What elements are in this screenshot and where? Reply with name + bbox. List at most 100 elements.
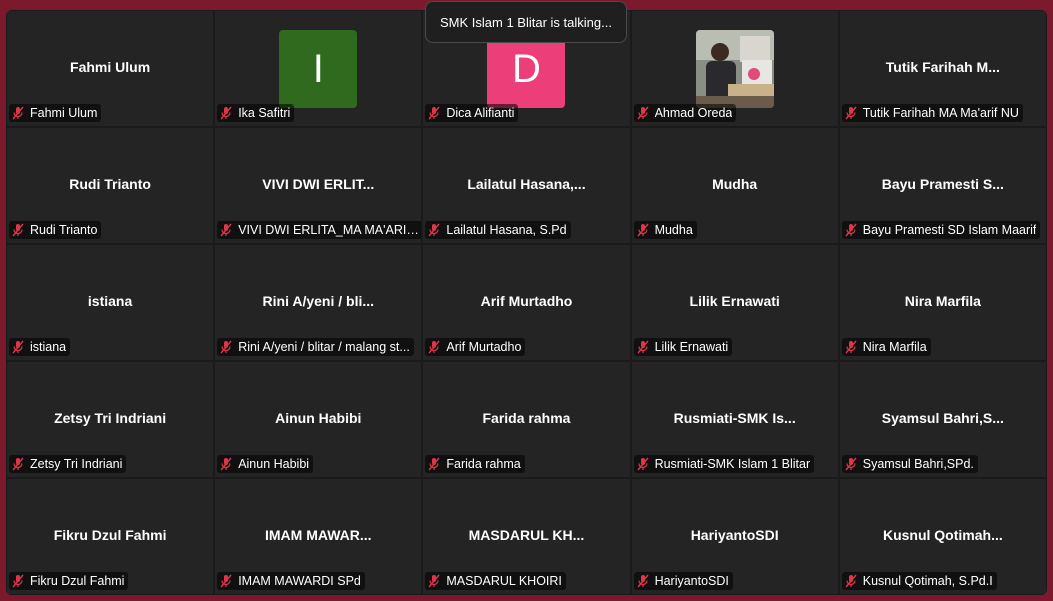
participant-name-tag: Dica Alifianti xyxy=(425,104,519,122)
participant-tile[interactable]: Lilik Ernawati Lilik Ernawati xyxy=(630,244,839,361)
participant-tile[interactable]: Syamsul Bahri,S... Syamsul Bahri,SPd. xyxy=(838,361,1047,478)
participant-display-name: VIVI DWI ERLIT... xyxy=(262,176,375,192)
muted-mic-icon xyxy=(637,106,649,120)
participant-name-label: Kusnul Qotimah, S.Pd.I xyxy=(862,574,993,588)
participant-name-tag: Lilik Ernawati xyxy=(633,338,733,356)
muted-mic-icon xyxy=(220,223,232,237)
participant-name-label: Ika Safitri xyxy=(238,106,291,120)
participant-name-label: Rusmiati-SMK Islam 1 Blitar xyxy=(654,457,811,471)
participant-display-name: Ainun Habibi xyxy=(275,410,362,426)
participant-display-name: Syamsul Bahri,S... xyxy=(881,410,1004,426)
participant-name-tag: Rudi Trianto xyxy=(9,221,102,239)
participant-tile[interactable]: istiana istiana xyxy=(6,244,215,361)
participant-name-label: Tutik Farihah MA Ma'arif NU xyxy=(862,106,1019,120)
participant-name-tag: VIVI DWI ERLITA_MA MA'ARIF ... xyxy=(217,221,422,239)
participant-name-label: Ainun Habibi xyxy=(238,457,310,471)
muted-mic-icon xyxy=(220,574,232,588)
participant-name-label: Lailatul Hasana, S.Pd xyxy=(446,223,567,237)
participant-tile[interactable]: Rudi Trianto Rudi Trianto xyxy=(6,127,215,244)
participant-name-label: MASDARUL KHOIRI xyxy=(446,574,562,588)
muted-mic-icon xyxy=(845,574,857,588)
participant-name-tag: Kusnul Qotimah, S.Pd.I xyxy=(841,572,997,590)
participant-name-label: Bayu Pramesti SD Islam Maarif xyxy=(862,223,1037,237)
participant-name-tag: MASDARUL KHOIRI xyxy=(425,572,566,590)
participant-name-label: Dica Alifianti xyxy=(446,106,515,120)
participant-tile[interactable]: IMAM MAWAR... IMAM MAWARDI SPd xyxy=(214,478,423,595)
participant-name-tag: Tutik Farihah MA Ma'arif NU xyxy=(841,104,1023,122)
participant-name-label: Syamsul Bahri,SPd. xyxy=(862,457,974,471)
participant-tile[interactable]: MASDARUL KH... MASDARUL KHOIRI xyxy=(422,478,631,595)
gallery-frame: Fahmi Ulum Fahmi Ulum I Ika Safitri D Di… xyxy=(6,10,1047,595)
participant-display-name: MASDARUL KH... xyxy=(468,527,585,543)
participant-name-tag: Ainun Habibi xyxy=(217,455,314,473)
muted-mic-icon xyxy=(428,574,440,588)
participant-name-tag: istiana xyxy=(9,338,71,356)
active-speaker-toast: SMK Islam 1 Blitar is talking... xyxy=(425,1,627,43)
muted-mic-icon xyxy=(845,457,857,471)
participant-name-tag: Farida rahma xyxy=(425,455,525,473)
participant-name-tag: Fahmi Ulum xyxy=(9,104,102,122)
participant-name-label: Rudi Trianto xyxy=(30,223,98,237)
participant-tile[interactable]: Lailatul Hasana,... Lailatul Hasana, S.P… xyxy=(422,127,631,244)
participant-name-label: Ahmad Oreda xyxy=(654,106,733,120)
participant-tile[interactable]: Rini A/yeni / bli... Rini A/yeni / blita… xyxy=(214,244,423,361)
participant-name-label: Fahmi Ulum xyxy=(30,106,98,120)
muted-mic-icon xyxy=(637,223,649,237)
participant-display-name: HariyantoSDI xyxy=(690,527,779,543)
participant-name-label: Mudha xyxy=(654,223,693,237)
participant-tile[interactable]: I Ika Safitri xyxy=(214,10,423,127)
participant-tile[interactable]: Rusmiati-SMK Is... Rusmiati-SMK Islam 1 … xyxy=(630,361,839,478)
participant-display-name: Farida rahma xyxy=(482,410,571,426)
participant-display-name: Rudi Trianto xyxy=(69,176,151,192)
participant-name-label: Zetsy Tri Indriani xyxy=(30,457,123,471)
muted-mic-icon xyxy=(637,457,649,471)
participant-name-label: Farida rahma xyxy=(446,457,521,471)
participant-name-tag: Fikru Dzul Fahmi xyxy=(9,572,129,590)
profile-photo xyxy=(695,30,774,108)
participant-tile[interactable]: HariyantoSDI HariyantoSDI xyxy=(630,478,839,595)
participant-display-name: Kusnul Qotimah... xyxy=(882,527,1003,543)
participant-tile[interactable]: Bayu Pramesti S... Bayu Pramesti SD Isla… xyxy=(838,127,1047,244)
participant-name-label: Rini A/yeni / blitar / malang st... xyxy=(238,340,410,354)
participant-tile[interactable]: Mudha Mudha xyxy=(630,127,839,244)
participant-tile[interactable]: Zetsy Tri Indriani Zetsy Tri Indriani xyxy=(6,361,215,478)
participant-tile[interactable]: Farida rahma Farida rahma xyxy=(422,361,631,478)
participant-name-label: Nira Marfila xyxy=(862,340,927,354)
participant-tile[interactable]: Tutik Farihah M... Tutik Farihah MA Ma'a… xyxy=(838,10,1047,127)
participant-name-tag: Zetsy Tri Indriani xyxy=(9,455,127,473)
participant-tile[interactable]: Ahmad Oreda xyxy=(630,10,839,127)
participant-display-name: IMAM MAWAR... xyxy=(265,527,372,543)
muted-mic-icon xyxy=(637,340,649,354)
participant-name-tag: Nira Marfila xyxy=(841,338,931,356)
participant-tile[interactable]: VIVI DWI ERLIT... VIVI DWI ERLITA_MA MA'… xyxy=(214,127,423,244)
participant-tile[interactable]: Arif Murtadho Arif Murtadho xyxy=(422,244,631,361)
participant-display-name: Zetsy Tri Indriani xyxy=(54,410,167,426)
participant-display-name: istiana xyxy=(87,293,133,309)
participant-display-name: Lilik Ernawati xyxy=(689,293,780,309)
participant-name-tag: Lailatul Hasana, S.Pd xyxy=(425,221,571,239)
participant-display-name: Fikru Dzul Fahmi xyxy=(53,527,167,543)
participant-display-name: Lailatul Hasana,... xyxy=(467,176,586,192)
participant-display-name: Nira Marfila xyxy=(904,293,981,309)
muted-mic-icon xyxy=(220,457,232,471)
participant-name-tag: HariyantoSDI xyxy=(633,572,733,590)
participant-name-label: Arif Murtadho xyxy=(446,340,522,354)
participant-tile[interactable]: Ainun Habibi Ainun Habibi xyxy=(214,361,423,478)
muted-mic-icon xyxy=(428,223,440,237)
participant-name-tag: Arif Murtadho xyxy=(425,338,526,356)
participant-tile[interactable]: Kusnul Qotimah... Kusnul Qotimah, S.Pd.I xyxy=(838,478,1047,595)
participant-name-tag: Ika Safitri xyxy=(217,104,295,122)
participant-display-name: Fahmi Ulum xyxy=(70,59,151,75)
muted-mic-icon xyxy=(845,106,857,120)
participant-display-name: Rusmiati-SMK Is... xyxy=(673,410,796,426)
participant-tile[interactable]: Fikru Dzul Fahmi Fikru Dzul Fahmi xyxy=(6,478,215,595)
participant-name-tag: IMAM MAWARDI SPd xyxy=(217,572,365,590)
participant-tile[interactable]: Fahmi Ulum Fahmi Ulum xyxy=(6,10,215,127)
muted-mic-icon xyxy=(220,106,232,120)
participant-name-tag: Rusmiati-SMK Islam 1 Blitar xyxy=(633,455,815,473)
participant-display-name: Mudha xyxy=(712,176,758,192)
participant-name-label: HariyantoSDI xyxy=(654,574,729,588)
participant-tile[interactable]: Nira Marfila Nira Marfila xyxy=(838,244,1047,361)
muted-mic-icon xyxy=(637,574,649,588)
muted-mic-icon xyxy=(428,340,440,354)
